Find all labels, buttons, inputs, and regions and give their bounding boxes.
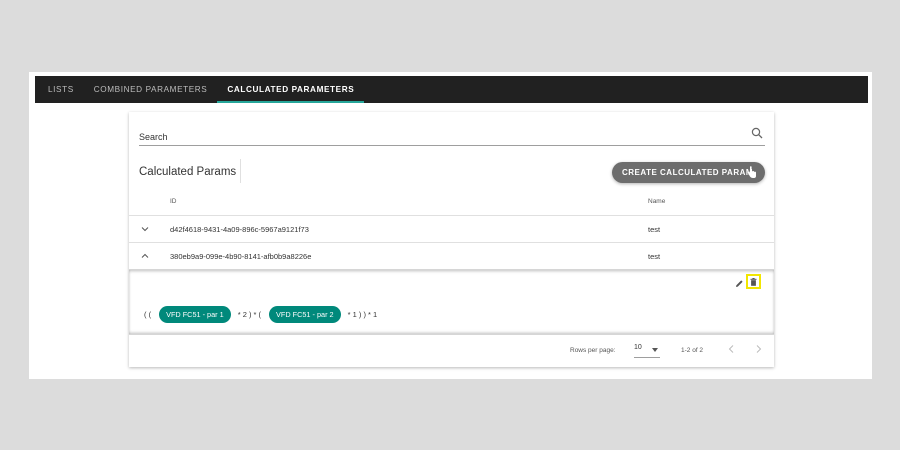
- expanded-row-detail: ( ( VFD FC51 - par 1 * 2 ) * ( VFD FC51 …: [129, 269, 774, 335]
- rows-per-page-select[interactable]: 10: [634, 344, 660, 358]
- parameter-chip[interactable]: VFD FC51 - par 2: [269, 306, 341, 323]
- parameter-chip[interactable]: VFD FC51 - par 1: [159, 306, 231, 323]
- chevron-down-icon[interactable]: [141, 225, 149, 233]
- column-header-name: Name: [648, 198, 666, 205]
- table-pagination: Rows per page: 10 1-2 of 2: [129, 335, 774, 367]
- title-divider: [240, 159, 241, 183]
- rows-per-page-value: 10: [634, 344, 642, 351]
- formula-suffix: * 1 ) ) * 1: [347, 310, 378, 319]
- chevron-left-icon[interactable]: [727, 344, 736, 354]
- column-header-id: ID: [170, 198, 177, 205]
- row-id: d42f4618-9431-4a09-896c-5967a9121f73: [170, 225, 309, 234]
- pencil-icon[interactable]: [735, 279, 744, 288]
- delete-button[interactable]: [746, 274, 761, 289]
- row-name: test: [648, 225, 661, 234]
- chevron-up-icon[interactable]: [141, 252, 149, 260]
- calculated-params-card: Calculated Params CREATE CALCULATED PARA…: [129, 112, 774, 367]
- table-row[interactable]: 380eb9a9-099e-4b90-8141-afb0b9a8226e tes…: [129, 242, 774, 269]
- formula-operator: * 2 ) * (: [237, 310, 262, 319]
- formula-expression: ( ( VFD FC51 - par 1 * 2 ) * ( VFD FC51 …: [144, 306, 377, 323]
- formula-prefix: ( (: [144, 310, 152, 319]
- hand-pointer-icon: [747, 166, 756, 178]
- create-calculated-param-button[interactable]: CREATE CALCULATED PARAM: [612, 162, 765, 183]
- row-name: test: [648, 252, 661, 261]
- tab-bar: LISTS COMBINED PARAMETERS CALCULATED PAR…: [35, 76, 868, 103]
- search-icon[interactable]: [751, 127, 763, 139]
- page-title: Calculated Params: [139, 166, 237, 178]
- dropdown-arrow-icon: [652, 348, 658, 352]
- search-input[interactable]: [139, 129, 699, 145]
- search-field: [139, 127, 765, 146]
- rows-per-page-label: Rows per page:: [570, 347, 616, 354]
- tab-calculated-parameters[interactable]: CALCULATED PARAMETERS: [217, 76, 365, 103]
- table-row[interactable]: d42f4618-9431-4a09-896c-5967a9121f73 tes…: [129, 215, 774, 242]
- trash-icon: [750, 277, 757, 286]
- tab-lists[interactable]: LISTS: [35, 76, 84, 103]
- tab-combined-parameters[interactable]: COMBINED PARAMETERS: [84, 76, 218, 103]
- pagination-range: 1-2 of 2: [681, 347, 704, 354]
- row-id: 380eb9a9-099e-4b90-8141-afb0b9a8226e: [170, 252, 312, 261]
- create-button-label: CREATE CALCULATED PARAM: [622, 168, 754, 177]
- chevron-right-icon[interactable]: [754, 344, 763, 354]
